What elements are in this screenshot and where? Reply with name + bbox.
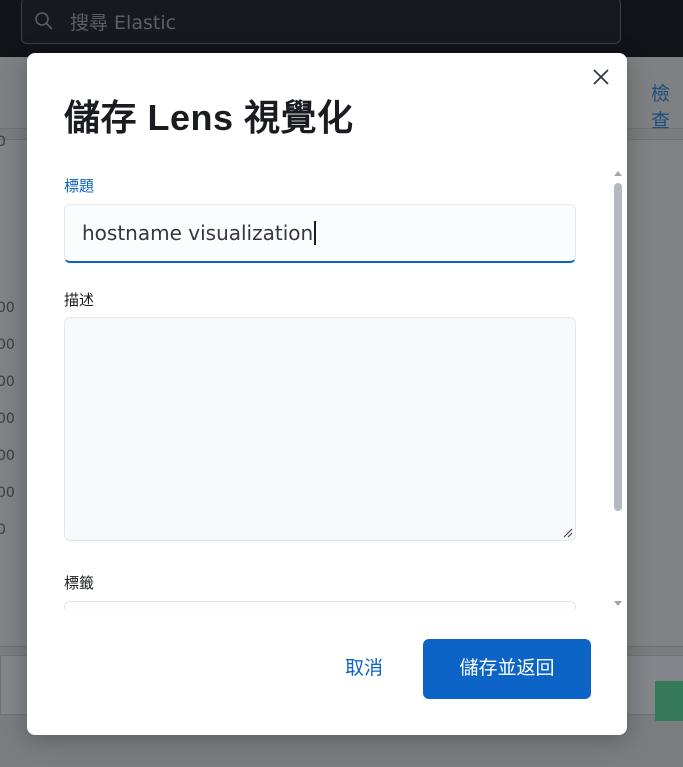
axis-tick: 0	[0, 522, 6, 538]
title-input[interactable]: hostname visualization	[64, 204, 576, 263]
axis-tick: 00	[0, 337, 15, 353]
axis-tick: 00	[0, 374, 15, 390]
axis-tick: 00	[0, 411, 15, 427]
scrollbar-thumb[interactable]	[614, 183, 622, 511]
axis-tick: 00	[0, 300, 15, 316]
inspect-link[interactable]: 檢查	[651, 79, 683, 133]
form-scrollbar[interactable]	[613, 169, 623, 609]
title-input-value: hostname visualization	[82, 221, 314, 245]
text-caret	[314, 221, 317, 245]
search-placeholder: 搜尋 Elastic	[70, 12, 177, 34]
cancel-button[interactable]: 取消	[345, 653, 383, 680]
close-icon[interactable]	[589, 65, 613, 89]
global-search-bar[interactable]: 搜尋 Elastic	[21, 0, 621, 44]
axis-tick: 00	[0, 448, 15, 464]
resize-grip-icon[interactable]	[563, 528, 573, 538]
mini-bar	[655, 681, 683, 721]
search-icon	[35, 12, 53, 30]
save-and-return-button[interactable]: 儲存並返回	[423, 639, 591, 699]
title-field-label: 標題	[64, 177, 95, 195]
scroll-up-icon[interactable]	[614, 171, 622, 176]
form-scroll-area: 標題 hostname visualization 描述 標籤	[27, 169, 627, 609]
modal-title: 儲存 Lens 視覺化	[64, 97, 354, 138]
save-visualization-modal: 儲存 Lens 視覺化 標題 hostname visualization 描述…	[27, 53, 627, 735]
description-textarea[interactable]	[64, 317, 576, 541]
description-field-label: 描述	[64, 291, 95, 309]
scroll-down-icon[interactable]	[614, 601, 622, 606]
axis-tick: 00	[0, 485, 15, 501]
top-navigation-bar: 搜尋 Elastic	[0, 0, 683, 57]
tags-input[interactable]	[64, 601, 576, 609]
tags-field-label: 標籤	[64, 574, 95, 592]
axis-tick: 0	[0, 134, 6, 150]
